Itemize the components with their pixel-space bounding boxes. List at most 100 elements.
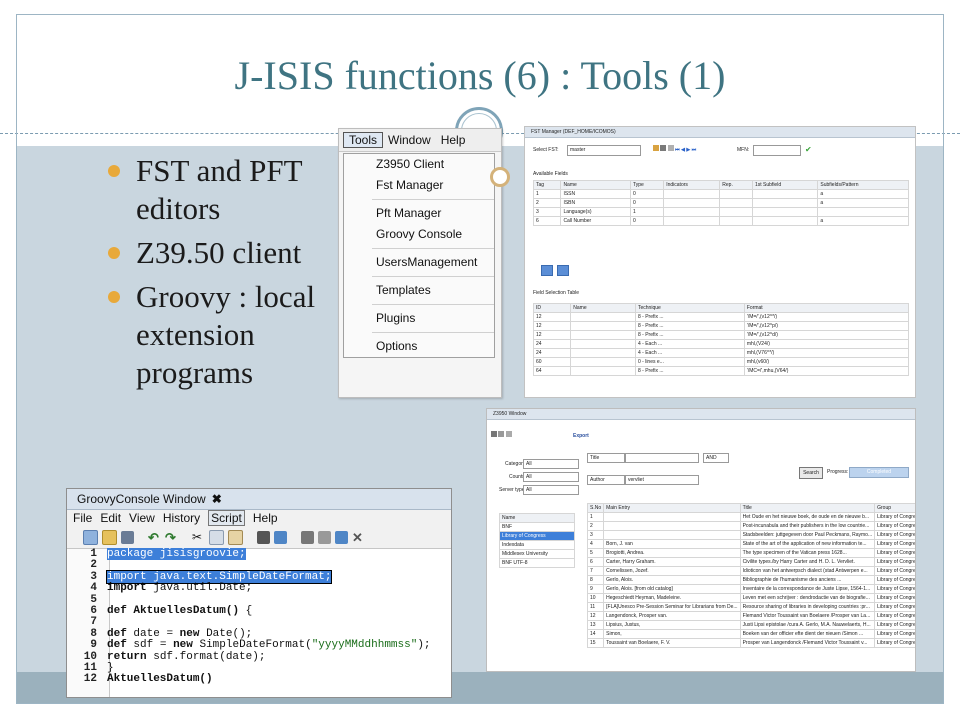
column-header[interactable]: Title (739, 503, 876, 513)
column-header[interactable]: Rep. (719, 180, 753, 190)
menu-window[interactable]: Window (383, 133, 436, 147)
result-row[interactable]: 3 Stadsbeelden: juttgegeven door Paul Pec… (586, 530, 915, 540)
fst-manager-tab[interactable]: FST Manager (DEF_HOME/ICOMOS) (525, 127, 915, 138)
redo-icon[interactable]: ↷ (165, 531, 178, 544)
tools-menu-item[interactable]: Pft Manager (344, 203, 494, 224)
server-row[interactable]: BNF UTF-8 (499, 558, 575, 568)
groovy-menu-script[interactable]: Script (208, 510, 245, 526)
field2-select[interactable]: Author (587, 475, 625, 485)
server-row[interactable]: BNF (499, 522, 575, 532)
move-up-button[interactable] (557, 265, 569, 276)
history-next-icon[interactable] (318, 530, 331, 544)
undo-icon[interactable]: ↶ (148, 531, 161, 544)
copy-icon[interactable] (209, 529, 224, 545)
tools-menu-item[interactable]: UsersManagement (344, 252, 494, 273)
z3950-tab[interactable]: Z3950 Window (487, 409, 915, 420)
field-row[interactable]: 1 ISSN 0 a (532, 189, 909, 199)
save-icon[interactable] (121, 530, 134, 544)
column-header[interactable]: Format (743, 303, 910, 313)
column-header[interactable]: Subfields/Pattern (817, 180, 909, 190)
column-header[interactable]: Name (560, 180, 631, 190)
trash-icon[interactable] (505, 431, 512, 437)
open-folder-icon[interactable] (102, 529, 117, 545)
groovy-menu-help[interactable]: Help (253, 511, 278, 525)
new-file-icon[interactable] (83, 529, 98, 545)
paste-icon[interactable] (228, 529, 243, 545)
check-icon[interactable]: ✔ (805, 145, 812, 154)
tools-menu-item[interactable]: Fst Manager (344, 175, 494, 196)
result-row[interactable]: 6 Carter, Harry Graham. Civilite types./by… (586, 557, 915, 567)
menu-help[interactable]: Help (436, 133, 471, 147)
groovy-menu-view[interactable]: View (129, 511, 155, 525)
server-row[interactable]: Middlesex University (499, 549, 575, 559)
column-header[interactable]: Main Entry (603, 503, 741, 513)
export-button[interactable]: Export (573, 433, 589, 439)
result-row[interactable]: 1 Het Oude en het nieuwe boek, de oude en… (586, 512, 915, 522)
delete-icon[interactable] (667, 145, 674, 151)
column-header[interactable]: Type (629, 180, 665, 190)
column-header[interactable]: Name (570, 303, 636, 313)
tools-menu-item[interactable]: Groovy Console (344, 224, 494, 245)
save-icon[interactable] (498, 431, 505, 437)
column-header[interactable]: Indicators (663, 180, 721, 190)
move-down-button[interactable] (541, 265, 553, 276)
result-row[interactable]: 7 Cornelissen, Jozef. Idioticon van het an… (586, 566, 915, 576)
nav-last-icon[interactable]: ⏭ (692, 147, 697, 153)
tools-menu-item[interactable]: Templates (344, 280, 494, 301)
nav-next-icon[interactable]: ▶ (686, 147, 690, 153)
selection-row[interactable]: 12 8 - Prefix ... '/M=/',(v12^p/) (532, 321, 910, 331)
server-type-select[interactable]: All (523, 485, 579, 495)
field1-select[interactable]: Title (587, 453, 625, 463)
field2-input[interactable]: vervliet (625, 475, 699, 485)
result-row[interactable]: 10 Hegeschiedt Heyman, Madeleine. Leven me… (586, 593, 915, 603)
history-prev-icon[interactable] (301, 530, 314, 544)
server-row[interactable]: Indexdata (499, 540, 575, 550)
save-icon[interactable] (660, 145, 667, 151)
result-row[interactable]: 2 Post-incunabula and their publishers in… (586, 521, 915, 531)
replace-icon[interactable] (274, 530, 287, 544)
column-header[interactable]: Group (874, 503, 915, 513)
new-icon[interactable] (653, 145, 659, 151)
result-row[interactable]: 11 [FLA]Unesco Pre-Session Seminar for Li… (586, 602, 915, 612)
selection-row[interactable]: 24 4 - Each ... mhl,(V76^*/) (532, 348, 910, 358)
open-icon[interactable] (491, 431, 497, 437)
run-script-icon[interactable] (335, 530, 348, 544)
result-row[interactable]: 4 Born, J. van State of the art of the app… (586, 539, 915, 549)
country-select[interactable]: All (523, 472, 579, 482)
cut-icon[interactable]: ✂ (192, 530, 205, 544)
interrupt-icon[interactable]: ✕ (352, 531, 365, 544)
result-row[interactable]: 9 Gerlo, Alois. [from old catalog] Inventa… (586, 584, 915, 594)
nav-first-icon[interactable]: ⏮ (675, 147, 680, 153)
column-header[interactable]: 1st Subfield (751, 180, 819, 190)
category-select[interactable]: All (523, 459, 579, 469)
close-icon[interactable]: ✖ (212, 492, 222, 506)
groovy-menu-history[interactable]: History (163, 511, 200, 525)
groovy-menu-edit[interactable]: Edit (100, 511, 121, 525)
result-row[interactable]: 14 Simon, Boeken van der officier efte die… (586, 629, 915, 639)
code-editor[interactable]: 1 package jisisgroovie; 2 3 import java.text… (67, 548, 451, 686)
groovy-menu-file[interactable]: File (73, 511, 92, 525)
mfn-input[interactable] (753, 145, 801, 156)
nav-prev-icon[interactable]: ◀ (681, 147, 685, 153)
selection-row[interactable]: 24 4 - Each ... mhl,(V24/) (532, 339, 910, 349)
field1-input[interactable] (625, 453, 699, 463)
result-row[interactable]: 8 Gerlo, Alois. Bibliographie de l'humanis… (586, 575, 915, 585)
operator-select[interactable]: AND (703, 453, 729, 463)
field-row[interactable]: 3 Language(s) 1 (532, 207, 909, 217)
selection-row[interactable]: 64 8 - Prefix ... '/MC=/',mhu,(V64/) (532, 366, 910, 376)
tools-menu-item[interactable]: Plugins (344, 308, 494, 329)
select-fst-dropdown[interactable]: master (567, 145, 641, 156)
column-header[interactable]: ID (532, 303, 572, 313)
result-row[interactable]: 15 Toussaint van Boelaere, F. V. Prosper v… (586, 638, 915, 648)
tools-menu-item[interactable]: Z3950 Client (344, 154, 494, 175)
field-row[interactable]: 6 Call Number 0 a (532, 216, 909, 226)
find-icon[interactable] (257, 530, 270, 544)
field-row[interactable]: 2 ISBN 0 a (532, 198, 909, 208)
selection-row[interactable]: 60 0 - lines e... mhl,(v60/) (532, 357, 910, 367)
result-row[interactable]: 12 Langendonck, Prosper van. Flemand Victo… (586, 611, 915, 621)
server-row[interactable]: Library of Congress (499, 531, 575, 541)
column-header[interactable]: Technique (634, 303, 745, 313)
selection-row[interactable]: 12 8 - Prefix ... '/M=/',(v12^d/) (532, 330, 910, 340)
result-row[interactable]: 5 Brogiotti, Andrea. The type specimen of … (586, 548, 915, 558)
column-header[interactable]: Tag (532, 180, 562, 190)
